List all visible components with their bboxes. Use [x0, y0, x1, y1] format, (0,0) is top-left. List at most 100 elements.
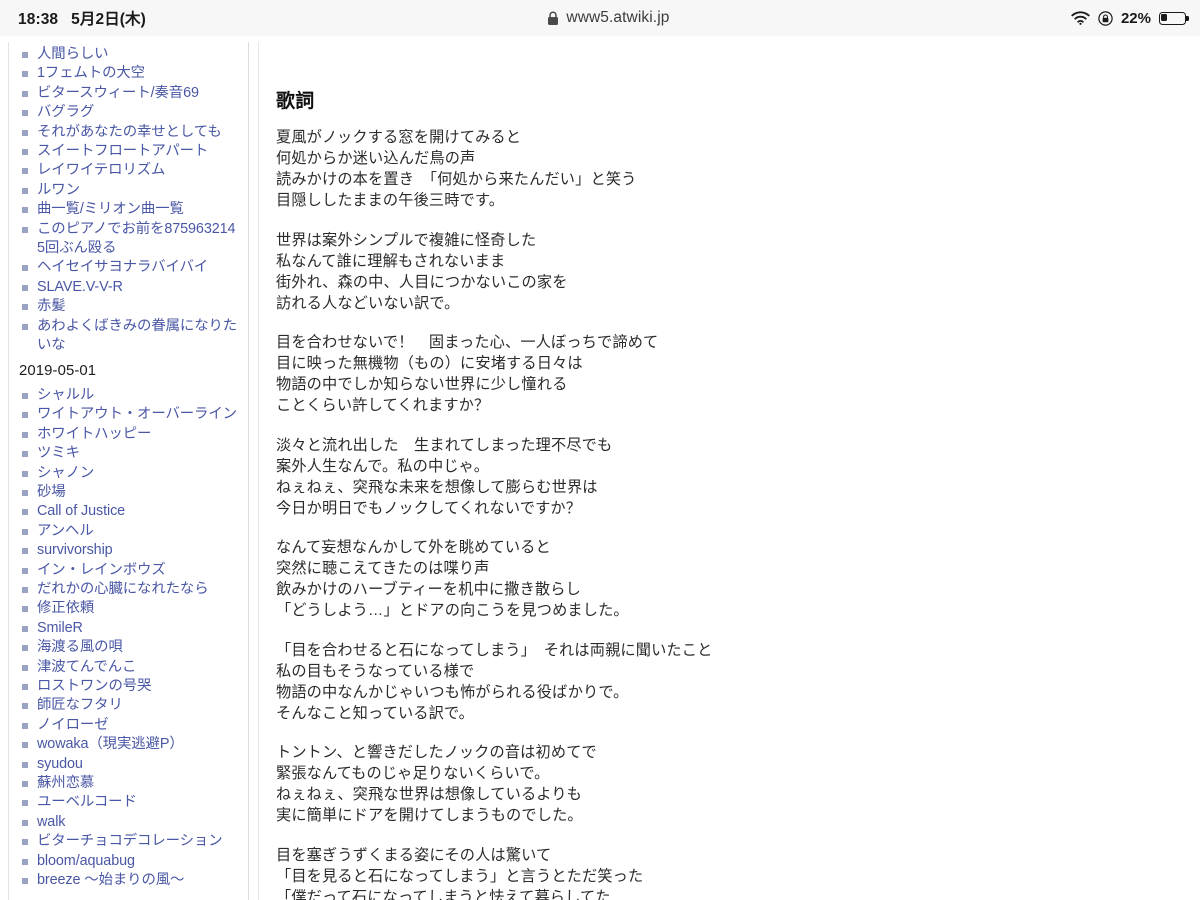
sidebar-item-label[interactable]: ユーベルコード: [37, 793, 137, 812]
sidebar-item-label[interactable]: イン・レインボウズ: [37, 561, 166, 580]
sidebar-item-label[interactable]: 海渡る風の唄: [37, 638, 123, 657]
bullet-icon: [22, 304, 28, 311]
sidebar-item[interactable]: バグラグ: [18, 103, 243, 122]
sidebar-item[interactable]: 砂場: [18, 483, 243, 502]
sidebar-item[interactable]: survivorship: [18, 541, 243, 560]
sidebar-item-label[interactable]: SLAVE.V-V-R: [37, 278, 123, 297]
sidebar-item[interactable]: Call of Justice: [18, 502, 243, 521]
sidebar-item-label[interactable]: ビターチョコデコレーション: [37, 832, 223, 851]
sidebar-item[interactable]: ノイローゼ: [18, 716, 243, 735]
lyrics-line: なんて妄想なんかして外を眺めていると: [276, 539, 551, 556]
sidebar-item-label[interactable]: SmileR: [37, 619, 83, 638]
sidebar-item[interactable]: SLAVE.V-V-R: [18, 278, 243, 297]
sidebar-item-label[interactable]: wowaka（現実逃避P）: [37, 735, 184, 754]
sidebar-item-label[interactable]: スイートフロートアパート: [37, 142, 208, 161]
address-bar[interactable]: www5.atwiki.jp: [146, 9, 1071, 27]
sidebar-item-label[interactable]: シャルル: [37, 386, 94, 405]
sidebar-item[interactable]: ユーベルコード: [18, 793, 243, 812]
sidebar-item-label[interactable]: survivorship: [37, 541, 113, 560]
sidebar-item-label[interactable]: 1フェムトの大空: [37, 64, 145, 83]
bullet-icon: [22, 586, 28, 593]
bullet-icon: [22, 265, 28, 272]
sidebar-item-label[interactable]: 師匠なフタリ: [37, 696, 123, 715]
sidebar-item[interactable]: ホワイトハッピー: [18, 425, 243, 444]
sidebar-item-label[interactable]: 曲一覧/ミリオン曲一覧: [37, 200, 184, 219]
sidebar-item-label[interactable]: ツミキ: [37, 444, 80, 463]
address-bar-url: www5.atwiki.jp: [566, 9, 670, 26]
sidebar-item[interactable]: ツミキ: [18, 444, 243, 463]
sidebar-item[interactable]: スイートフロートアパート: [18, 142, 243, 161]
sidebar-item[interactable]: breeze 〜始まりの風〜: [18, 871, 243, 890]
lyrics-line: 街外れ、森の中、人目につかないこの家を: [276, 273, 568, 291]
sidebar-item[interactable]: 津波てんでんこ: [18, 658, 243, 677]
rotation-lock-icon: [1098, 10, 1113, 26]
sidebar-item[interactable]: syudou: [18, 755, 243, 774]
sidebar-item-label[interactable]: 人間らしい: [37, 45, 109, 64]
lyrics-line: 訪れる人などいない訳で。: [276, 294, 460, 312]
sidebar-item-label[interactable]: ルワン: [37, 181, 80, 200]
lyrics-line: 目を合わせないで！ 固まった心、一人ぼっちで諦めて: [276, 334, 659, 351]
sidebar-item[interactable]: ビターチョコデコレーション: [18, 832, 243, 851]
lyrics-body: 夏風がノックする窓を開けてみると 何処からか迷い込んだ鳥の声 読みかけの本を置き 「…: [276, 127, 1170, 900]
sidebar-item[interactable]: bloom/aquabug: [18, 852, 243, 871]
sidebar-item[interactable]: あわよくばきみの眷属になりたいな: [18, 317, 243, 356]
sidebar-item-label[interactable]: あわよくばきみの眷属になりたいな: [37, 317, 243, 356]
sidebar-item[interactable]: ビタースウィート/奏音69: [18, 84, 243, 103]
sidebar[interactable]: 人間らしい 1フェムトの大空 ビタースウィート/奏音69 バグラグ それがあなたの幸せと…: [9, 36, 249, 900]
sidebar-item-label[interactable]: 津波てんでんこ: [37, 658, 136, 677]
sidebar-item[interactable]: wowaka（現実逃避P）: [18, 735, 243, 754]
sidebar-item-label[interactable]: ワイトアウト・オーバーライン: [37, 405, 237, 424]
sidebar-item-label[interactable]: ホワイトハッピー: [37, 425, 151, 444]
lyrics-line: そんなこと知っている訳で。: [276, 704, 475, 722]
sidebar-item-label[interactable]: だれかの心臓になれたなら: [37, 580, 209, 599]
sidebar-item-label[interactable]: 赤髪: [37, 297, 66, 316]
sidebar-item[interactable]: シャノン: [18, 464, 243, 483]
sidebar-item[interactable]: このピアノでお前を8759632145回ぶん殴る: [18, 220, 243, 259]
sidebar-item[interactable]: シャルル: [18, 386, 243, 405]
sidebar-item[interactable]: 赤髪: [18, 297, 243, 316]
sidebar-item[interactable]: SmileR: [18, 619, 243, 638]
sidebar-item[interactable]: レイワイテロリズム: [18, 161, 243, 180]
sidebar-item-label[interactable]: Call of Justice: [37, 502, 125, 521]
sidebar-item[interactable]: 1フェムトの大空: [18, 64, 243, 83]
sidebar-item[interactable]: 蘇州恋慕: [18, 774, 243, 793]
sidebar-item[interactable]: walk: [18, 813, 243, 832]
battery-percent-label: 22%: [1120, 9, 1151, 27]
sidebar-item[interactable]: 海渡る風の唄: [18, 638, 243, 657]
sidebar-item-label[interactable]: bloom/aquabug: [37, 852, 135, 871]
sidebar-item[interactable]: 人間らしい: [18, 45, 243, 64]
sidebar-item-label[interactable]: シャノン: [37, 464, 94, 483]
sidebar-item-label[interactable]: それがあなたの幸せとしても: [37, 123, 222, 142]
sidebar-item-label[interactable]: walk: [37, 813, 65, 832]
sidebar-item-label[interactable]: アンヘル: [37, 522, 94, 541]
sidebar-item[interactable]: 師匠なフタリ: [18, 696, 243, 715]
lyrics-line: 目に映った無機物（もの）に安堵する日々は: [276, 355, 583, 372]
sidebar-item-label[interactable]: バグラグ: [37, 103, 94, 122]
sidebar-item-label[interactable]: 修正依頼: [37, 599, 94, 618]
sidebar-item-label[interactable]: 蘇州恋慕: [37, 774, 94, 793]
sidebar-groups: 人間らしい 1フェムトの大空 ビタースウィート/奏音69 バグラグ それがあなたの幸せと…: [18, 45, 243, 890]
sidebar-item[interactable]: ワイトアウト・オーバーライン: [18, 405, 243, 424]
sidebar-item[interactable]: 修正依頼: [18, 599, 243, 618]
sidebar-list: シャルル ワイトアウト・オーバーライン ホワイトハッピー ツミキ シャノン 砂場 Call …: [18, 386, 243, 891]
sidebar-item[interactable]: それがあなたの幸せとしても: [18, 123, 243, 142]
sidebar-item-label[interactable]: レイワイテロリズム: [37, 161, 165, 180]
sidebar-item-label[interactable]: 砂場: [37, 483, 66, 502]
lyrics-line: 物語の中でしか知らない世界に少し憧れる: [276, 376, 568, 393]
sidebar-item-label[interactable]: ビタースウィート/奏音69: [37, 84, 199, 103]
sidebar-item[interactable]: ヘイセイサヨナラバイバイ: [18, 258, 243, 277]
sidebar-item-label[interactable]: ノイローゼ: [37, 716, 109, 735]
sidebar-item-label[interactable]: ロストワンの号哭: [37, 677, 151, 696]
sidebar-item-label[interactable]: ヘイセイサヨナラバイバイ: [37, 258, 208, 277]
sidebar-item[interactable]: ロストワンの号哭: [18, 677, 243, 696]
bullet-icon: [22, 878, 28, 885]
sidebar-item-label[interactable]: breeze 〜始まりの風〜: [37, 871, 184, 890]
sidebar-item-label[interactable]: このピアノでお前を8759632145回ぶん殴る: [37, 220, 243, 259]
sidebar-item[interactable]: だれかの心臓になれたなら: [18, 580, 243, 599]
bullet-icon: [22, 625, 28, 632]
sidebar-item[interactable]: アンヘル: [18, 522, 243, 541]
sidebar-item[interactable]: 曲一覧/ミリオン曲一覧: [18, 200, 243, 219]
sidebar-item-label[interactable]: syudou: [37, 755, 83, 774]
sidebar-item[interactable]: イン・レインボウズ: [18, 561, 243, 580]
sidebar-item[interactable]: ルワン: [18, 181, 243, 200]
